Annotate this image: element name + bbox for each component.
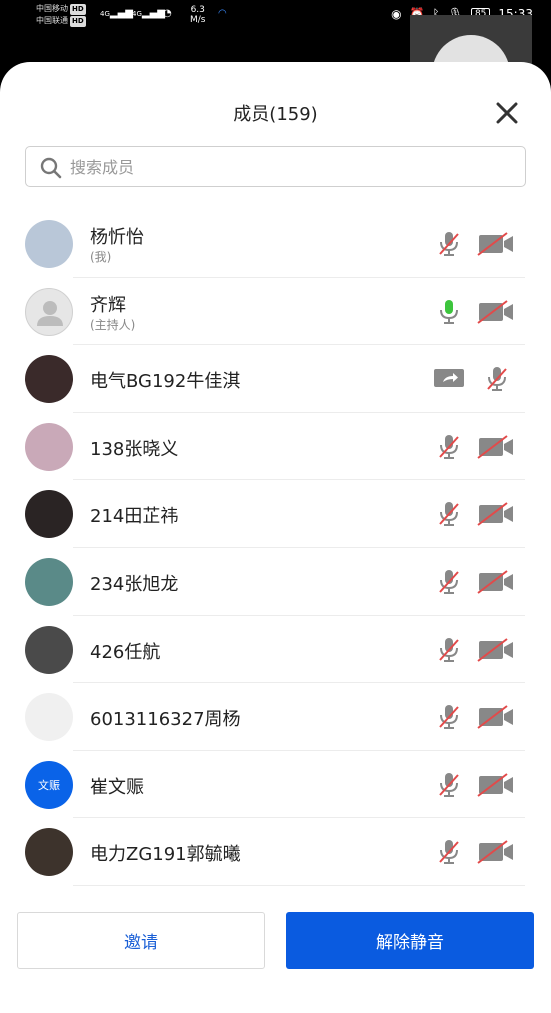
- carrier-2: 中国联通: [36, 16, 68, 25]
- avatar: [25, 422, 73, 471]
- sheet-title: 成员(159): [233, 104, 318, 125]
- member-row[interactable]: 杨忻怡 (我): [0, 210, 551, 278]
- avatar-text: 文赈: [38, 778, 60, 792]
- member-role: (主持人): [90, 317, 136, 332]
- member-row[interactable]: 齐辉 (主持人): [0, 278, 551, 346]
- member-row[interactable]: 426任航: [0, 616, 551, 684]
- avatar: [25, 490, 73, 539]
- unmute-all-button[interactable]: 解除静音: [286, 912, 534, 969]
- member-role: (我): [90, 250, 112, 264]
- speed-value: 6.3: [190, 5, 205, 15]
- speed-unit: M/s: [190, 15, 206, 25]
- meeting-app-icon: ◠: [218, 8, 227, 19]
- mic-muted-icon[interactable]: [436, 771, 462, 799]
- mic-on-icon[interactable]: [436, 298, 462, 326]
- camera-off-icon[interactable]: [477, 299, 515, 324]
- camera-off-icon[interactable]: [477, 637, 515, 662]
- mic-muted-icon[interactable]: [436, 703, 462, 731]
- mic-muted-icon[interactable]: [484, 365, 510, 393]
- member-name: 电力ZG191郭毓曦: [90, 844, 241, 866]
- network-speed: 6.3 M/s: [190, 5, 206, 25]
- member-name: 6013116327周杨: [90, 709, 241, 731]
- member-name: 杨忻怡: [90, 227, 144, 248]
- camera-off-icon[interactable]: [477, 502, 515, 527]
- search-icon: [40, 157, 62, 179]
- avatar: [25, 355, 73, 404]
- camera-off-icon[interactable]: [477, 434, 515, 459]
- carrier-1: 中国移动: [36, 4, 68, 13]
- member-name: 138张晓义: [90, 438, 179, 460]
- mic-muted-icon[interactable]: [436, 230, 462, 258]
- avatar: 文赈: [25, 760, 73, 809]
- camera-off-icon[interactable]: [477, 840, 515, 865]
- member-row[interactable]: 138张晓义: [0, 413, 551, 481]
- members-sheet: 成员(159) 杨忻怡 (我) 齐辉(主持人) 电气BG192牛佳淇 138张晓义 214…: [0, 62, 551, 1013]
- member-row[interactable]: 6013116327周杨: [0, 683, 551, 751]
- search-box[interactable]: [25, 146, 526, 187]
- camera-off-icon[interactable]: [477, 232, 515, 256]
- avatar: [25, 625, 73, 674]
- member-name: 崔文赈: [90, 776, 144, 798]
- avatar: [25, 693, 73, 742]
- wifi-icon: ◔: [163, 8, 172, 19]
- member-row[interactable]: 电力ZG191郭毓曦: [0, 818, 551, 886]
- mic-muted-icon[interactable]: [436, 500, 462, 528]
- screen-share-icon[interactable]: [433, 367, 465, 391]
- member-row[interactable]: 文赈 崔文赈: [0, 751, 551, 819]
- row-divider: [73, 884, 525, 886]
- member-name: 426任航: [90, 641, 161, 663]
- mic-muted-icon[interactable]: [436, 568, 462, 596]
- member-row[interactable]: 电气BG192牛佳淇: [0, 345, 551, 413]
- camera-off-icon[interactable]: [477, 570, 515, 594]
- eye-icon: ◉: [391, 7, 402, 21]
- member-row[interactable]: 214田芷祎: [0, 480, 551, 548]
- camera-off-icon[interactable]: [477, 705, 515, 729]
- member-name: 214田芷祎: [90, 506, 179, 528]
- search-input[interactable]: [70, 153, 510, 181]
- member-name: 齐辉: [90, 294, 126, 316]
- camera-off-icon[interactable]: [477, 772, 515, 797]
- member-name: 电气BG192牛佳淇: [90, 371, 241, 393]
- member-list: 杨忻怡 (我) 齐辉 (主持人) 电气BG192牛佳淇 138张晓义 214田芷祎 234张旭…: [0, 210, 551, 886]
- avatar: [25, 287, 73, 336]
- mic-muted-icon[interactable]: [436, 433, 462, 461]
- hd-badge-2: HD: [70, 16, 86, 27]
- member-row[interactable]: 234张旭龙: [0, 548, 551, 616]
- mic-muted-icon[interactable]: [436, 838, 462, 866]
- avatar: [25, 828, 73, 877]
- signal-icon-2: 4G▂▄▆: [132, 8, 165, 19]
- avatar: [25, 557, 73, 606]
- signal-icon-1: 4G▂▄▆: [100, 8, 133, 19]
- hd-badge-1: HD: [70, 4, 86, 15]
- member-name: 234张旭龙: [90, 573, 179, 595]
- carrier-info: 中国移动 HD 中国联通 HD: [36, 3, 86, 27]
- mic-muted-icon[interactable]: [436, 636, 462, 664]
- avatar: [25, 220, 73, 268]
- close-icon[interactable]: [490, 96, 524, 130]
- invite-button[interactable]: 邀请: [17, 912, 265, 969]
